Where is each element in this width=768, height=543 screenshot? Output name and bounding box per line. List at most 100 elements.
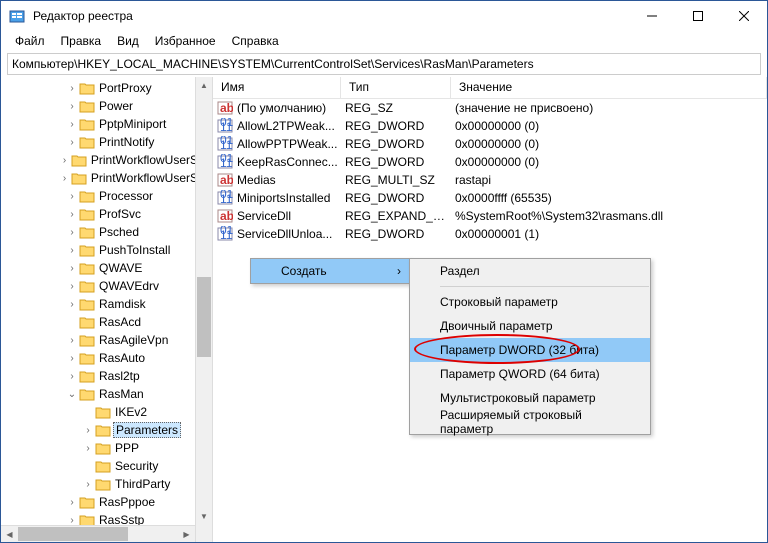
tree-item-qwavedrv[interactable]: QWAVEdrv <box>1 277 212 295</box>
column-value[interactable]: Значение <box>451 77 767 98</box>
tree-item-portproxy[interactable]: PortProxy <box>1 79 212 97</box>
tree-label: ProfSvc <box>97 207 143 221</box>
tree-label: IKEv2 <box>113 405 149 419</box>
scroll-thumb-h[interactable] <box>18 527 128 541</box>
chevron-icon[interactable] <box>65 299 79 310</box>
tree-item-printnotify[interactable]: PrintNotify <box>1 133 212 151</box>
chevron-icon[interactable] <box>65 227 79 238</box>
list-row[interactable]: 011110AllowL2TPWeak...REG_DWORD0x0000000… <box>213 117 767 135</box>
minimize-button[interactable] <box>629 1 675 31</box>
chevron-icon[interactable] <box>65 245 79 256</box>
context-item-multi[interactable]: Мультистроковый параметр <box>410 386 650 410</box>
tree-item-psched[interactable]: Psched <box>1 223 212 241</box>
value-type: REG_EXPAND_SZ <box>341 209 451 223</box>
chevron-icon[interactable] <box>81 425 95 436</box>
tree-item-profsvc[interactable]: ProfSvc <box>1 205 212 223</box>
value-data: %SystemRoot%\System32\rasmans.dll <box>451 209 767 223</box>
list-row[interactable]: 011110MiniportsInstalledREG_DWORD0x0000f… <box>213 189 767 207</box>
context-item-dword[interactable]: Параметр DWORD (32 бита) <box>410 338 650 362</box>
list-row[interactable]: 011110AllowPPTPWeak...REG_DWORD0x0000000… <box>213 135 767 153</box>
titlebar: Редактор реестра <box>1 1 767 31</box>
chevron-icon[interactable] <box>81 443 95 454</box>
scroll-down-icon[interactable]: ▼ <box>196 508 212 525</box>
tree-pane: PortProxyPowerPptpMiniportPrintNotifyPri… <box>1 77 213 542</box>
menu-edit[interactable]: Правка <box>55 32 108 50</box>
tree-item-pptpminiport[interactable]: PptpMiniport <box>1 115 212 133</box>
value-type: REG_SZ <box>341 101 451 115</box>
scroll-right-icon[interactable]: ▶ <box>178 526 195 542</box>
tree-item-qwave[interactable]: QWAVE <box>1 259 212 277</box>
chevron-icon[interactable] <box>65 515 79 526</box>
tree-item-rasauto[interactable]: RasAuto <box>1 349 212 367</box>
chevron-icon[interactable] <box>65 119 79 130</box>
chevron-icon[interactable] <box>65 371 79 382</box>
tree-item-printworkflowusersvc[interactable]: PrintWorkflowUserSvc <box>1 169 212 187</box>
context-item-key[interactable]: Раздел <box>410 259 650 283</box>
context-item-create[interactable]: Создать <box>251 259 409 283</box>
tree-item-processor[interactable]: Processor <box>1 187 212 205</box>
menu-help[interactable]: Справка <box>226 32 285 50</box>
list-row[interactable]: abServiceDllREG_EXPAND_SZ%SystemRoot%\Sy… <box>213 207 767 225</box>
tree-item-security[interactable]: Security <box>1 457 212 475</box>
tree-item-rasl2tp[interactable]: Rasl2tp <box>1 367 212 385</box>
tree-scrollbar-horizontal[interactable]: ◀ ▶ <box>1 525 195 542</box>
scroll-up-icon[interactable]: ▲ <box>196 77 212 94</box>
chevron-icon[interactable] <box>65 263 79 274</box>
list-row[interactable]: 011110KeepRasConnec...REG_DWORD0x0000000… <box>213 153 767 171</box>
tree-item-printworkflowusersvc[interactable]: PrintWorkflowUserSvc <box>1 151 212 169</box>
chevron-icon[interactable] <box>65 137 79 148</box>
menu-file[interactable]: Файл <box>9 32 51 50</box>
chevron-icon[interactable] <box>65 101 79 112</box>
chevron-icon[interactable] <box>65 209 79 220</box>
chevron-icon[interactable] <box>65 335 79 346</box>
menu-favorites[interactable]: Избранное <box>149 32 222 50</box>
binary-value-icon: 011110 <box>217 154 233 170</box>
tree-item-rasman[interactable]: RasMan <box>1 385 212 403</box>
tree-item-rasagilevpn[interactable]: RasAgileVpn <box>1 331 212 349</box>
value-name: AllowL2TPWeak... <box>237 119 335 133</box>
tree-item-ppp[interactable]: PPP <box>1 439 212 457</box>
context-item-qword[interactable]: Параметр QWORD (64 бита) <box>410 362 650 386</box>
value-name: (По умолчанию) <box>237 101 326 115</box>
chevron-icon[interactable] <box>65 281 79 292</box>
scroll-thumb[interactable] <box>197 277 211 357</box>
tree-label: Ramdisk <box>97 297 148 311</box>
folder-icon <box>79 243 95 257</box>
tree-item-pushtoinstall[interactable]: PushToInstall <box>1 241 212 259</box>
close-button[interactable] <box>721 1 767 31</box>
chevron-icon[interactable] <box>65 83 79 94</box>
tree-item-parameters[interactable]: Parameters <box>1 421 212 439</box>
list-row[interactable]: 011110ServiceDllUnloa...REG_DWORD0x00000… <box>213 225 767 243</box>
folder-icon <box>79 315 95 329</box>
scroll-left-icon[interactable]: ◀ <box>1 526 18 542</box>
context-item-binary[interactable]: Двоичный параметр <box>410 314 650 338</box>
folder-icon <box>79 207 95 221</box>
column-name[interactable]: Имя <box>213 77 341 98</box>
tree-label: Psched <box>97 225 141 239</box>
maximize-button[interactable] <box>675 1 721 31</box>
list-row[interactable]: ab(По умолчанию)REG_SZ(значение не присв… <box>213 99 767 117</box>
list-row[interactable]: abMediasREG_MULTI_SZrastapi <box>213 171 767 189</box>
chevron-icon[interactable] <box>65 497 79 508</box>
chevron-icon[interactable] <box>65 389 79 400</box>
tree-scrollbar-vertical[interactable]: ▲ ▼ <box>195 77 212 542</box>
chevron-icon[interactable] <box>65 191 79 202</box>
address-bar[interactable]: Компьютер\HKEY_LOCAL_MACHINE\SYSTEM\Curr… <box>7 53 761 75</box>
string-value-icon: ab <box>217 172 233 188</box>
chevron-icon[interactable] <box>58 155 71 166</box>
menu-view[interactable]: Вид <box>111 32 145 50</box>
chevron-icon[interactable] <box>65 353 79 364</box>
tree-item-power[interactable]: Power <box>1 97 212 115</box>
tree-item-thirdparty[interactable]: ThirdParty <box>1 475 212 493</box>
chevron-icon[interactable] <box>58 173 71 184</box>
folder-icon <box>95 477 111 491</box>
tree-item-ramdisk[interactable]: Ramdisk <box>1 295 212 313</box>
column-type[interactable]: Тип <box>341 77 451 98</box>
tree-item-raspppoe[interactable]: RasPppoe <box>1 493 212 511</box>
context-item-expand[interactable]: Расширяемый строковый параметр <box>410 410 650 434</box>
tree-item-rasacd[interactable]: RasAcd <box>1 313 212 331</box>
tree-label: RasAuto <box>97 351 147 365</box>
tree-item-ikev2[interactable]: IKEv2 <box>1 403 212 421</box>
context-item-string[interactable]: Строковый параметр <box>410 290 650 314</box>
chevron-icon[interactable] <box>81 479 95 490</box>
